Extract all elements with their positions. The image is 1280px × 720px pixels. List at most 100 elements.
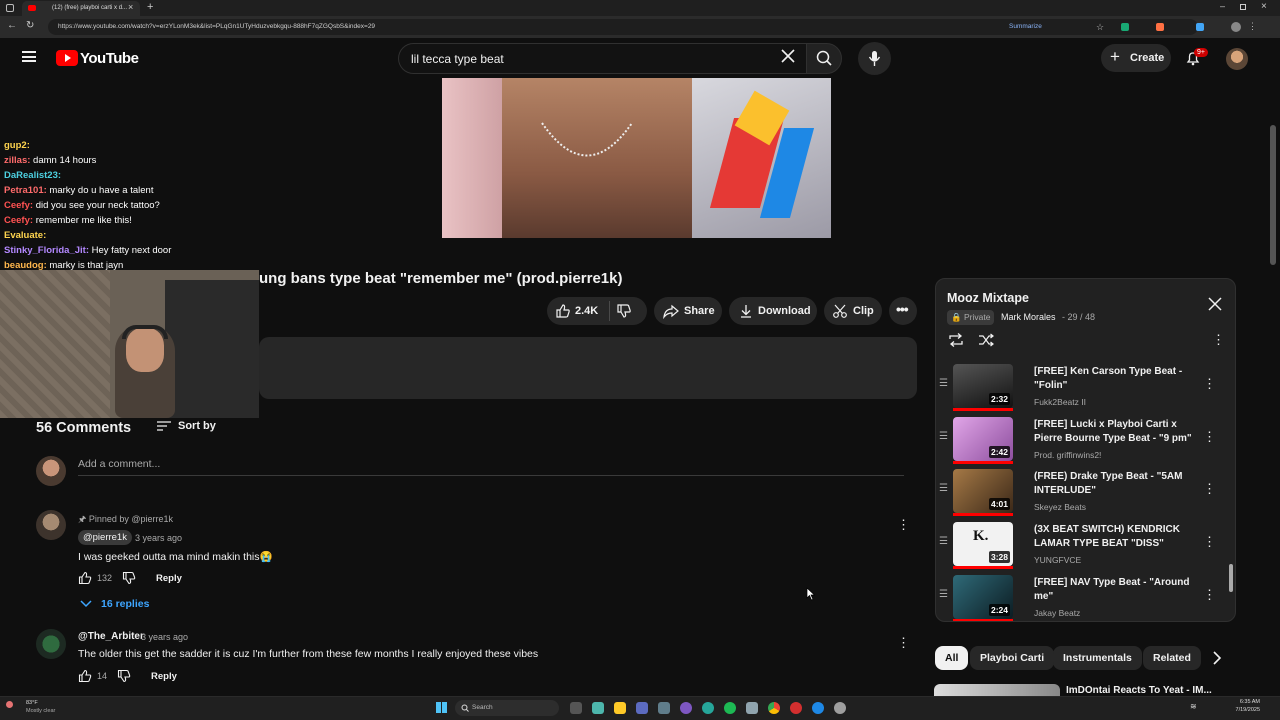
playlist-item[interactable]: ☰ K. 3:28 (3X BEAT SWITCH) KENDRICK LAMA… xyxy=(936,520,1235,572)
comment-time[interactable]: 3 years ago xyxy=(135,533,182,543)
comment-time[interactable]: 3 years ago xyxy=(141,632,188,642)
playlist-item[interactable]: ☰ 2:32 [FREE] Ken Carson Type Beat - "Fo… xyxy=(936,362,1235,414)
dislike-button[interactable] xyxy=(616,303,632,319)
extension-icon[interactable] xyxy=(1121,23,1129,31)
comment-author-badge[interactable]: @pierre1k xyxy=(78,530,132,545)
thumbs-up-icon[interactable] xyxy=(78,571,92,585)
playlist-item[interactable]: ☰ 4:01 (FREE) Drake Type Beat - "5AM INT… xyxy=(936,467,1235,519)
reply-button[interactable]: Reply xyxy=(156,573,182,584)
video-thumbnail[interactable]: 2:32 xyxy=(953,364,1013,408)
copilot-icon[interactable] xyxy=(592,702,604,714)
new-tab-icon[interactable]: + xyxy=(147,1,153,13)
comment-author[interactable]: @The_Arbiter xyxy=(78,631,144,642)
taskbar-search[interactable]: Search xyxy=(455,700,559,716)
playlist-item[interactable]: ☰ 2:24 [FREE] NAV Type Beat - "Around me… xyxy=(936,573,1235,621)
drag-handle-icon[interactable]: ☰ xyxy=(939,536,948,547)
avatar[interactable] xyxy=(1226,48,1248,70)
app-icon[interactable] xyxy=(746,702,758,714)
system-tray[interactable]: ≋ xyxy=(1150,702,1210,712)
reload-icon[interactable]: ↻ xyxy=(26,20,34,31)
clear-search-icon[interactable] xyxy=(780,48,796,64)
chip-playboi-carti[interactable]: Playboi Carti xyxy=(970,646,1055,670)
like-button[interactable]: 2.4K xyxy=(552,302,608,320)
extension-icon[interactable] xyxy=(1156,23,1164,31)
app-icon[interactable] xyxy=(658,702,670,714)
more-vert-icon[interactable]: ⋮ xyxy=(1203,376,1216,392)
video-thumbnail[interactable]: 2:24 xyxy=(953,575,1013,619)
more-vert-icon[interactable]: ⋮ xyxy=(897,517,910,533)
taskbar-clock[interactable]: 6:35 AM 7/19/2025 xyxy=(1220,699,1260,713)
drag-handle-icon[interactable]: ☰ xyxy=(939,378,948,389)
playlist-item-title[interactable]: (3X BEAT SWITCH) KENDRICK LAMAR TYPE BEA… xyxy=(1034,523,1204,551)
playlist-item-channel[interactable]: YUNGFVCE xyxy=(1034,555,1081,565)
download-button[interactable]: Download xyxy=(729,297,817,325)
chip-instrumentals[interactable]: Instrumentals xyxy=(1053,646,1142,670)
chevron-right-icon[interactable] xyxy=(1209,650,1225,666)
share-button[interactable]: Share xyxy=(654,297,722,325)
browser-tab[interactable]: (12) (free) playboi carti x d... xyxy=(22,1,140,16)
video-thumbnail[interactable]: 4:01 xyxy=(953,469,1013,513)
windows-start-icon[interactable] xyxy=(436,702,447,713)
playlist-item-channel[interactable]: Fukk2Beatz II xyxy=(1034,397,1086,407)
page-scrollbar[interactable] xyxy=(1270,125,1276,265)
drag-handle-icon[interactable]: ☰ xyxy=(939,589,948,600)
search-button[interactable] xyxy=(806,43,842,74)
more-vert-icon[interactable]: ⋮ xyxy=(1203,481,1216,497)
app-icon[interactable] xyxy=(680,702,692,714)
app-icon[interactable] xyxy=(790,702,802,714)
extension-icon[interactable] xyxy=(1196,23,1204,31)
next-video-title[interactable]: ImDOntai Reacts To Yeat - IM... xyxy=(1066,685,1212,696)
thumbs-up-icon[interactable] xyxy=(78,669,92,683)
playlist-scrollbar[interactable] xyxy=(1229,564,1233,592)
weather-widget[interactable]: 83°F Mostly clear xyxy=(6,699,76,717)
minimize-icon[interactable]: – xyxy=(1220,1,1225,11)
reply-button[interactable]: Reply xyxy=(151,671,177,682)
playlist-item-channel[interactable]: Jakay Beatz xyxy=(1034,608,1080,618)
description-box[interactable] xyxy=(259,337,917,399)
thumbs-down-icon[interactable] xyxy=(117,669,131,683)
chip-related[interactable]: Related xyxy=(1143,646,1201,670)
bookmark-icon[interactable]: ☆ xyxy=(1096,22,1104,33)
maximize-icon[interactable] xyxy=(1240,4,1246,10)
sort-by-button[interactable]: Sort by xyxy=(156,418,226,434)
settings-icon[interactable] xyxy=(834,702,846,714)
playlist-item-channel[interactable]: Skeyez Beats xyxy=(1034,502,1086,512)
playlist-item-title[interactable]: [FREE] NAV Type Beat - "Around me" xyxy=(1034,576,1204,604)
more-vert-icon[interactable]: ⋮ xyxy=(897,635,910,651)
close-window-icon[interactable]: × xyxy=(1261,1,1267,12)
drag-handle-icon[interactable]: ☰ xyxy=(939,483,948,494)
app-icon[interactable] xyxy=(636,702,648,714)
playlist-owner[interactable]: Mark Morales xyxy=(1001,312,1056,322)
playlist-item-channel[interactable]: Prod. griffinwins2! xyxy=(1034,450,1101,460)
playlist-item-title[interactable]: [FREE] Ken Carson Type Beat - "Folin" xyxy=(1034,365,1204,393)
playlist-close-icon[interactable] xyxy=(1208,297,1222,311)
chrome-icon[interactable] xyxy=(768,702,780,714)
playlist-title[interactable]: Mooz Mixtape xyxy=(947,291,1029,305)
video-player[interactable] xyxy=(442,78,831,238)
sidebar-toggle-icon[interactable] xyxy=(6,4,14,12)
task-view-icon[interactable] xyxy=(570,702,582,714)
loop-icon[interactable] xyxy=(948,333,964,347)
thumbs-down-icon[interactable] xyxy=(122,571,136,585)
edge-icon[interactable] xyxy=(702,702,714,714)
menu-icon[interactable]: ⋮ xyxy=(1248,21,1257,32)
playlist-item-title[interactable]: [FREE] Lucki x Playboi Carti x Pierre Bo… xyxy=(1034,418,1204,446)
more-actions-button[interactable]: ••• xyxy=(889,297,917,325)
back-icon[interactable]: ← xyxy=(7,20,17,31)
video-thumbnail[interactable] xyxy=(934,684,1060,696)
more-vert-icon[interactable]: ⋮ xyxy=(1203,534,1216,550)
playlist-item-title[interactable]: (FREE) Drake Type Beat - "5AM INTERLUDE" xyxy=(1034,470,1204,498)
search-input[interactable]: lil tecca type beat xyxy=(398,43,806,74)
create-button[interactable]: + Create xyxy=(1101,44,1171,72)
hamburger-menu-icon[interactable] xyxy=(22,51,36,62)
app-icon[interactable] xyxy=(812,702,824,714)
summarize-button[interactable]: Summarize xyxy=(1009,23,1042,30)
more-vert-icon[interactable]: ⋮ xyxy=(1203,429,1216,445)
clip-button[interactable]: Clip xyxy=(824,297,882,325)
voice-search-button[interactable] xyxy=(858,42,891,75)
spotify-icon[interactable] xyxy=(724,702,736,714)
more-vert-icon[interactable]: ⋮ xyxy=(1212,332,1225,348)
shuffle-icon[interactable] xyxy=(978,333,994,347)
profile-icon[interactable] xyxy=(1231,22,1241,32)
more-vert-icon[interactable]: ⋮ xyxy=(1203,587,1216,603)
